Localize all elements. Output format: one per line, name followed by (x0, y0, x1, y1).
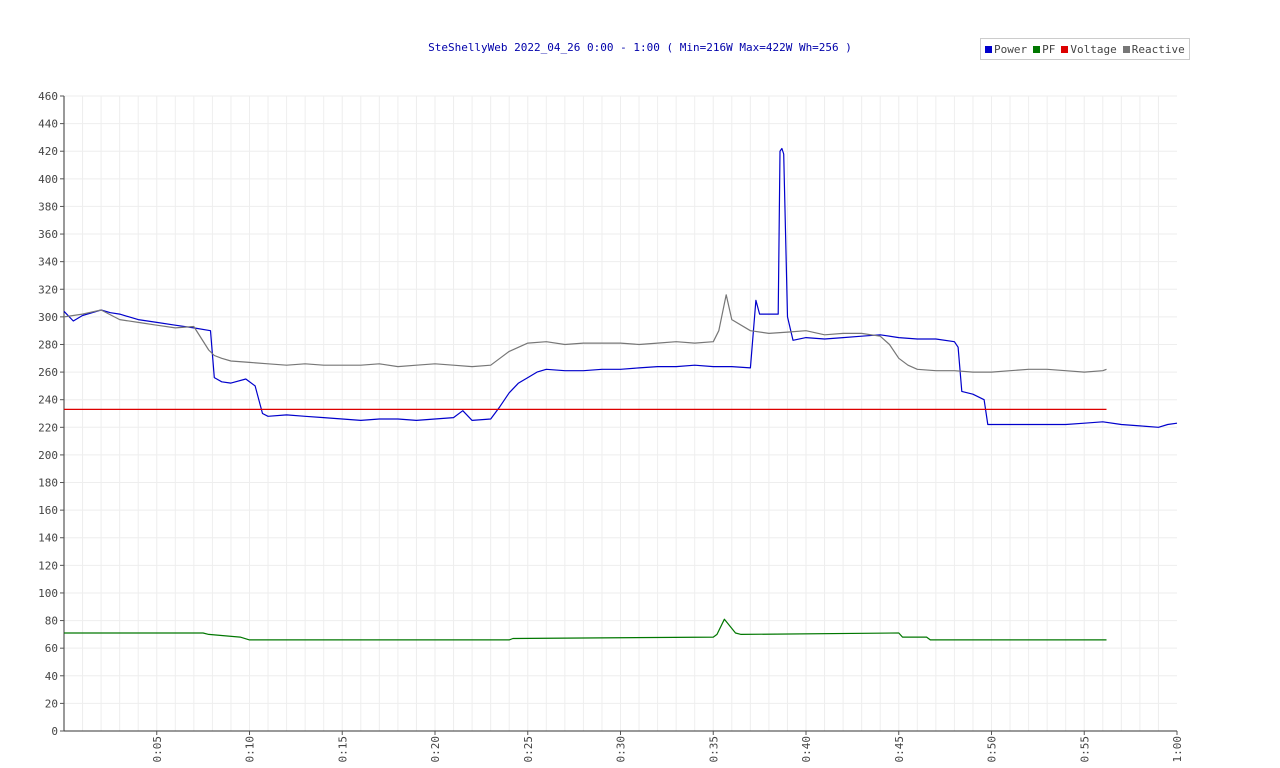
y-tick-label: 260 (38, 366, 58, 379)
y-tick-label: 100 (38, 587, 58, 600)
y-tick-label: 320 (38, 283, 58, 296)
series-line-reactive (63, 294, 1107, 373)
y-tick-label: 200 (38, 449, 58, 462)
y-tick-label: 420 (38, 145, 58, 158)
y-tick-label: 80 (45, 615, 58, 628)
y-tick-label: 400 (38, 173, 58, 186)
y-tick-label: 300 (38, 311, 58, 324)
x-tick-label: 0:25 (522, 736, 535, 763)
x-tick-label: 0:15 (336, 736, 349, 763)
x-tick-label: 1:00 (1171, 736, 1184, 763)
series-line-pf (64, 618, 1107, 641)
y-tick-label: 460 (38, 90, 58, 103)
y-tick-label: 140 (38, 532, 58, 545)
y-tick-label: 20 (45, 697, 58, 710)
y-tick-label: 160 (38, 504, 58, 517)
line-chart: 0 20 40 60 80 100 120 140 160 180 200 220 240 260 280 3… (38, 90, 1184, 763)
y-tick-label: 380 (38, 200, 58, 213)
y-tick-label: 60 (45, 642, 58, 655)
y-tick-label: 220 (38, 421, 58, 434)
y-tick-label: 120 (38, 559, 58, 572)
y-tick-label: 180 (38, 477, 58, 490)
x-tick-label: 0:50 (986, 736, 999, 763)
x-tick-label: 0:10 (244, 736, 257, 763)
x-tick-label: 0:30 (615, 736, 628, 763)
x-tick-label: 0:55 (1078, 736, 1091, 763)
x-tick-label: 0:35 (707, 736, 720, 763)
x-axis-ticks: 0:05 0:10 0:15 0:20 0:25 0:30 0:35 0:40 0:45 0:50… (151, 731, 1184, 763)
x-tick-label: 0:40 (800, 736, 813, 763)
y-axis-ticks: 0 20 40 60 80 100 120 140 160 180 200 220 240 260 280 3… (38, 90, 64, 738)
y-tick-label: 360 (38, 228, 58, 241)
x-tick-label: 0:20 (429, 736, 442, 763)
y-tick-label: 40 (45, 670, 58, 683)
y-tick-label: 0 (51, 725, 58, 738)
y-tick-label: 440 (38, 118, 58, 131)
x-tick-label: 0:05 (151, 736, 164, 763)
y-tick-label: 280 (38, 338, 58, 351)
x-tick-label: 0:45 (893, 736, 906, 763)
y-tick-label: 340 (38, 256, 58, 269)
y-tick-label: 240 (38, 394, 58, 407)
